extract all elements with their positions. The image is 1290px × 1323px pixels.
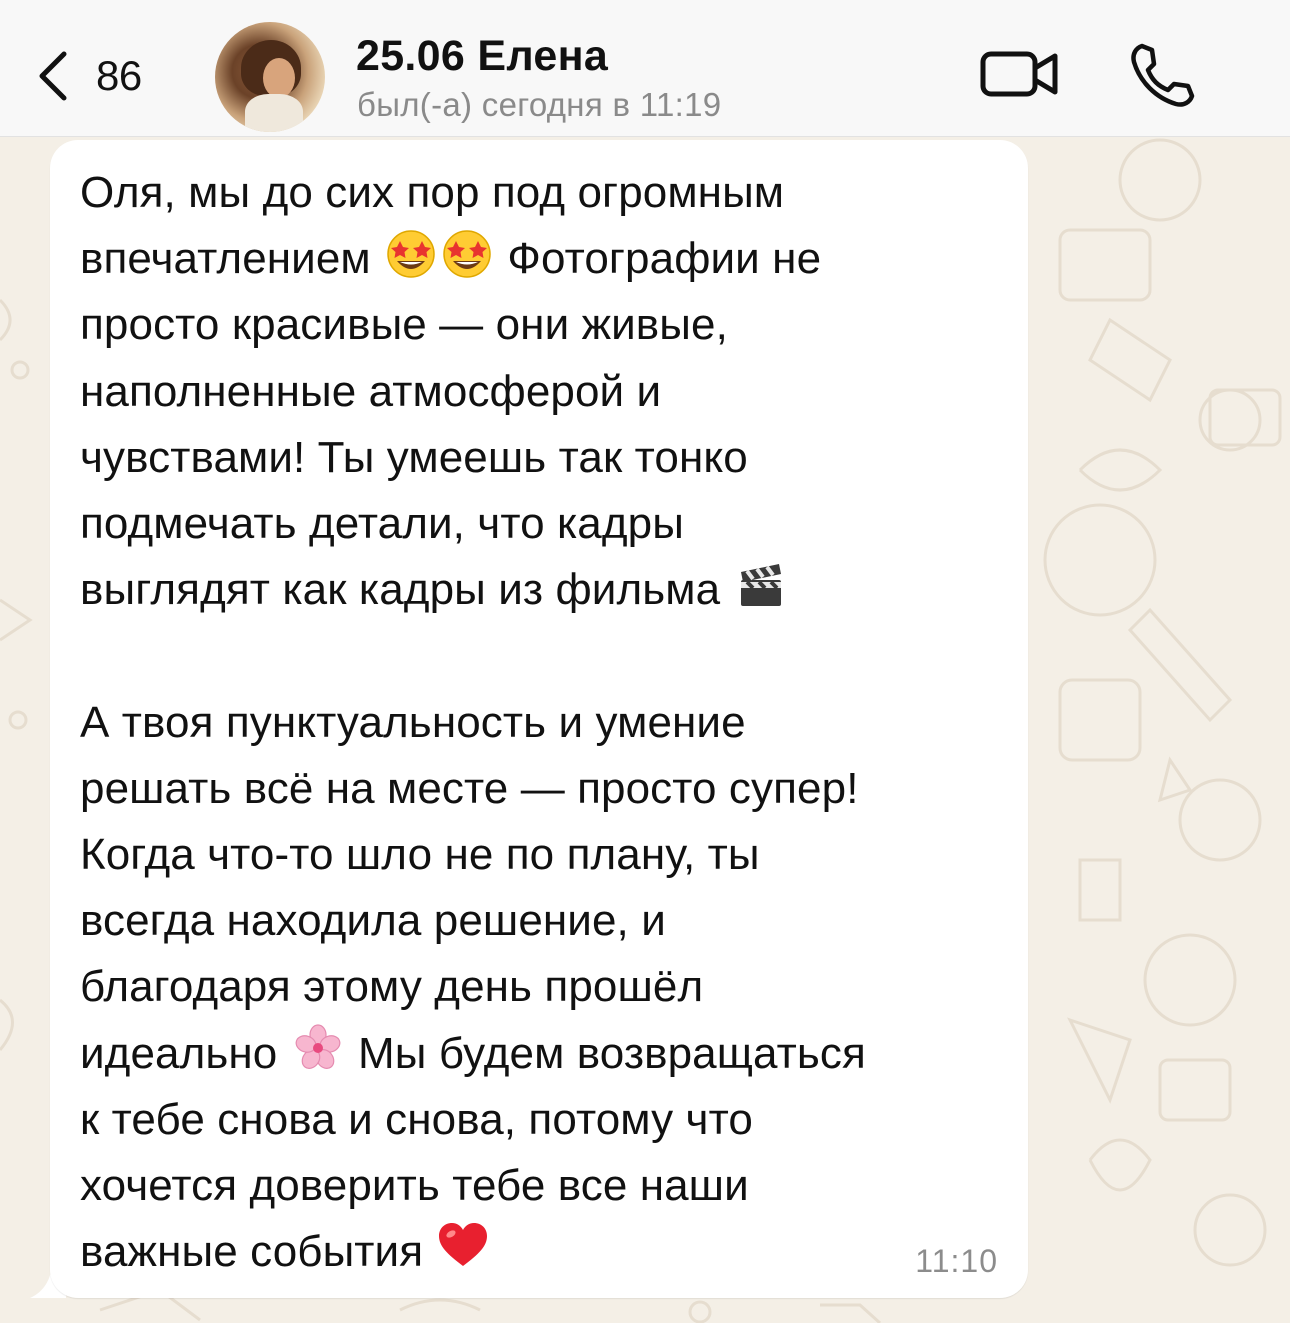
message-line: к тебе снова и снова, потому что xyxy=(80,1094,753,1144)
message-line: Когда что-то шло не по плану, ты xyxy=(80,830,760,880)
message-line: Оля, мы до сих пор под огромным xyxy=(80,168,785,217)
message-text-segment: Фотографии не xyxy=(495,234,822,284)
message-text-segment: выглядят как кадры из фильма xyxy=(80,565,733,615)
message-line: впечатлением Фотографии не xyxy=(80,226,1010,292)
phone-icon[interactable] xyxy=(1128,40,1198,110)
message-text-segment: важные события xyxy=(80,1227,436,1277)
message-text-segment: впечатлением xyxy=(80,234,384,284)
avatar-body xyxy=(245,94,303,132)
message-line: выглядят как кадры из фильма xyxy=(80,557,1010,623)
contact-avatar[interactable] xyxy=(215,22,325,132)
message-line: наполненные атмосферой и xyxy=(80,366,662,416)
message-line: А твоя пунктуальность и умение xyxy=(80,697,746,747)
message-line: хочется доверить тебе все наши xyxy=(80,1161,749,1211)
star-struck-emoji xyxy=(443,230,491,278)
avatar-face xyxy=(263,58,295,98)
clapper-board-emoji xyxy=(740,564,781,607)
contact-status: был(-а) сегодня в 11:19 xyxy=(357,86,722,123)
chat-header: 86 25.06 Елена был(-а) сегодня в 11:19 xyxy=(0,0,1290,137)
message-text-segment: Мы будем возвращаться xyxy=(345,1028,866,1078)
message-bubble[interactable]: Оля, мы до сих пор под огромным впечатле… xyxy=(50,140,1028,1298)
message-line: чувствами! Ты умеешь так тонко xyxy=(80,432,748,482)
back-button[interactable]: 86 xyxy=(32,40,142,112)
video-camera-icon[interactable] xyxy=(980,46,1060,102)
contact-name[interactable]: 25.06 Елена xyxy=(356,32,608,81)
unread-count: 86 xyxy=(96,52,142,99)
star-struck-emoji xyxy=(387,230,435,278)
message-text: Оля, мы до сих пор под огромным впечатле… xyxy=(80,160,1010,1285)
message-line: важные события xyxy=(80,1219,1010,1285)
message-time: 11:10 xyxy=(915,1243,998,1279)
message-line: идеально Мы будем возвращаться xyxy=(80,1021,1010,1087)
message-line: решать всё на месте — просто супер! xyxy=(80,763,859,813)
message-line: всегда находила решение, и xyxy=(80,896,666,946)
message-line: благодаря этому день прошёл xyxy=(80,962,704,1012)
cherry-blossom-emoji xyxy=(295,1024,341,1069)
message-line: подмечать детали, что кадры xyxy=(80,499,684,549)
chevron-left-icon xyxy=(39,51,67,101)
message-text-segment: идеально xyxy=(80,1028,290,1078)
message-line: просто красивые — они живые, xyxy=(80,300,728,350)
red-heart-emoji xyxy=(439,1223,488,1267)
